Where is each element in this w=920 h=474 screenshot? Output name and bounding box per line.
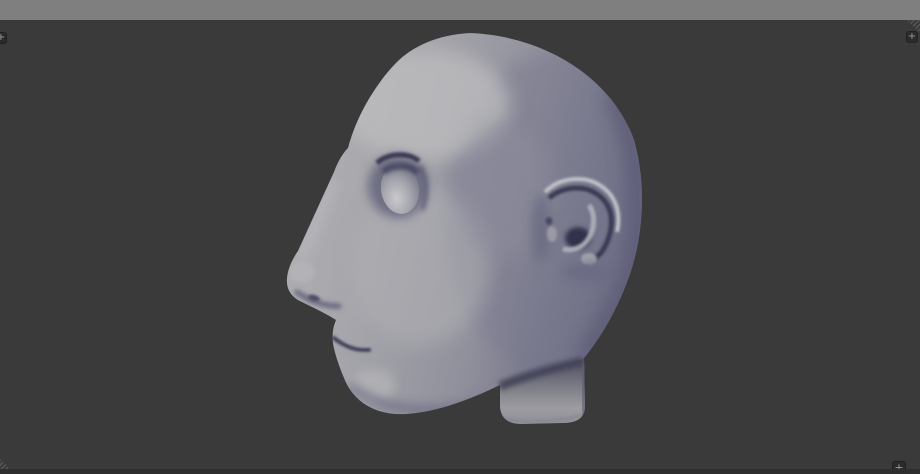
application-window: + + + [0, 0, 920, 474]
head-model[interactable] [287, 33, 685, 424]
footer-strip [0, 469, 920, 474]
scene-canvas[interactable] [0, 0, 920, 474]
expand-region-button-right[interactable]: + [906, 31, 918, 43]
eye [368, 154, 428, 218]
expand-region-button-left[interactable]: + [0, 32, 7, 44]
